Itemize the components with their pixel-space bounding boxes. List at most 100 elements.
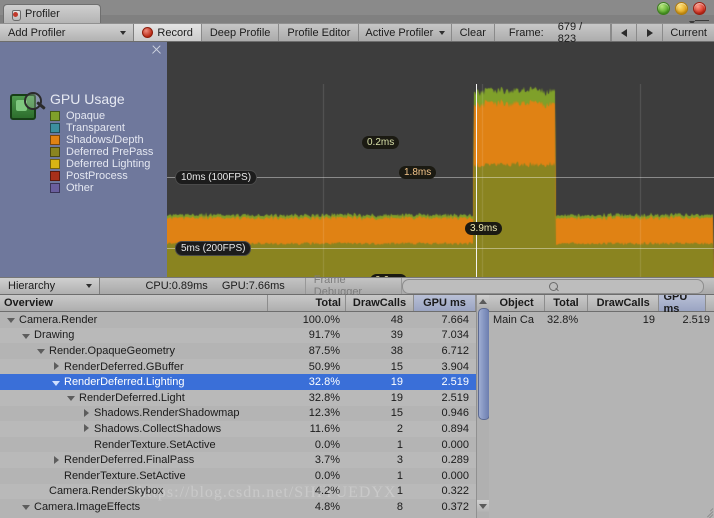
table-row[interactable]: Shadows.RenderShadowmap12.3%150.946 (0, 406, 489, 422)
row-total: 12.3% (268, 407, 346, 419)
frame-value: 679 / 823 (558, 21, 600, 45)
legend-item[interactable]: Opaque (50, 110, 153, 121)
scroll-down-button[interactable] (477, 500, 489, 512)
legend-item[interactable]: PostProcess (50, 170, 153, 181)
gpu-usage-plot[interactable]: 10ms (100FPS)5ms (200FPS)0.2ms1.8ms3.9ms… (167, 84, 714, 277)
object-total: 32.8% (547, 314, 591, 326)
row-drawcalls: 8 (346, 501, 414, 513)
column-gpu-ms[interactable]: GPU ms (414, 295, 476, 311)
frame-debugger-button[interactable]: Frame Debugger (305, 278, 402, 294)
twisty-down-icon[interactable] (51, 377, 62, 388)
object-drawcalls: 19 (591, 314, 665, 326)
row-total: 32.8% (268, 392, 346, 404)
profiler-window: Profiler Add Profiler Record Deep Profil… (0, 0, 714, 518)
row-drawcalls: 1 (346, 470, 414, 482)
row-gpu: 2.519 (414, 376, 476, 388)
twisty-right-icon[interactable] (51, 361, 62, 372)
row-drawcalls: 2 (346, 423, 414, 435)
legend-item[interactable]: Transparent (50, 122, 153, 133)
row-total: 32.8% (268, 376, 346, 388)
next-frame-button[interactable] (636, 24, 662, 41)
column-drawcalls[interactable]: DrawCalls (346, 295, 414, 311)
column-total[interactable]: Total (268, 295, 346, 311)
column-object-gpu-ms[interactable]: GPU ms (659, 295, 706, 311)
arrow-left-icon (621, 29, 627, 37)
legend-swatch (50, 159, 60, 169)
legend-swatch (50, 111, 60, 121)
gpu-usage-icon (10, 92, 48, 122)
table-row[interactable]: RenderTexture.SetActive0.0%10.000 (0, 468, 489, 484)
resize-grip[interactable] (700, 504, 713, 517)
scroll-up-button[interactable] (477, 295, 489, 307)
table-row[interactable]: RenderDeferred.GBuffer50.9%153.904 (0, 359, 489, 375)
active-profiler-label: Active Profiler (365, 27, 433, 39)
table-row[interactable]: Drawing91.7%397.034 (0, 328, 489, 344)
clear-button[interactable]: Clear (452, 24, 495, 41)
row-name: RenderDeferred.GBuffer (64, 361, 184, 373)
twisty-down-icon[interactable] (21, 330, 32, 341)
row-drawcalls: 48 (346, 314, 414, 326)
table-row[interactable]: RenderDeferred.Lighting32.8%192.519 (0, 374, 489, 390)
tab-profiler[interactable]: Profiler (3, 4, 101, 23)
record-button[interactable]: Record (134, 24, 201, 41)
prev-frame-button[interactable] (611, 24, 637, 41)
row-drawcalls: 39 (346, 329, 414, 341)
twisty-down-icon[interactable] (21, 501, 32, 512)
search-icon-handle (555, 287, 559, 291)
column-object-total[interactable]: Total (545, 295, 588, 311)
row-drawcalls: 19 (346, 392, 414, 404)
current-frame-button[interactable]: Current (662, 24, 714, 41)
row-total: 50.9% (268, 361, 346, 373)
column-overview[interactable]: Overview (0, 295, 268, 311)
tab-profiler-label: Profiler (25, 8, 60, 20)
hierarchy-rows: Camera.Render100.0%487.664Drawing91.7%39… (0, 312, 489, 515)
row-total: 3.7% (268, 454, 346, 466)
table-row[interactable]: Camera.ImageEffects4.8%80.372 (0, 499, 489, 515)
legend-label: Transparent (66, 122, 125, 134)
twisty-down-icon[interactable] (6, 314, 17, 325)
table-row[interactable]: RenderDeferred.FinalPass3.7%30.289 (0, 452, 489, 468)
table-row[interactable]: RenderDeferred.Light32.8%192.519 (0, 390, 489, 406)
twisty-placeholder (36, 486, 47, 497)
profile-editor-button[interactable]: Profile Editor (279, 24, 359, 41)
series-value-badge: 3.9ms (465, 222, 502, 235)
active-profiler-dropdown[interactable]: Active Profiler (359, 24, 451, 41)
row-name: Camera.ImageEffects (34, 501, 140, 513)
legend-item[interactable]: Deferred PrePass (50, 146, 153, 157)
table-row[interactable]: Shadows.CollectShadows11.6%20.894 (0, 421, 489, 437)
row-drawcalls: 3 (346, 454, 414, 466)
twisty-down-icon[interactable] (66, 392, 77, 403)
column-object[interactable]: Object (489, 295, 545, 311)
search-input[interactable] (402, 279, 704, 294)
deep-profile-button[interactable]: Deep Profile (202, 24, 280, 41)
hierarchy-scrollbar[interactable] (476, 295, 489, 518)
twisty-right-icon[interactable] (81, 423, 92, 434)
twisty-right-icon[interactable] (51, 455, 62, 466)
twisty-down-icon[interactable] (36, 345, 47, 356)
table-row[interactable]: Render.OpaqueGeometry87.5%386.712 (0, 343, 489, 359)
legend-label: PostProcess (66, 170, 128, 182)
caret-down-icon (479, 504, 487, 509)
row-drawcalls: 1 (346, 485, 414, 497)
legend-item[interactable]: Shadows/Depth (50, 134, 153, 145)
legend-label: Deferred Lighting (66, 158, 150, 170)
add-profiler-dropdown[interactable]: Add Profiler (0, 24, 134, 41)
row-total: 4.8% (268, 501, 346, 513)
row-total: 0.0% (268, 439, 346, 451)
row-total: 100.0% (268, 314, 346, 326)
object-table-header: Object Total DrawCalls GPU ms (489, 295, 714, 312)
table-row[interactable]: Camera.Render100.0%487.664 (0, 312, 489, 328)
frame-cursor-line[interactable] (476, 84, 477, 277)
table-row[interactable]: RenderTexture.SetActive0.0%10.000 (0, 437, 489, 453)
legend-item[interactable]: Deferred Lighting (50, 158, 153, 169)
record-label: Record (157, 27, 192, 39)
legend-item[interactable]: Other (50, 182, 153, 193)
close-icon[interactable] (150, 44, 162, 56)
twisty-right-icon[interactable] (81, 408, 92, 419)
hierarchy-view-dropdown[interactable]: Hierarchy (0, 278, 100, 294)
column-object-drawcalls[interactable]: DrawCalls (588, 295, 660, 311)
object-row[interactable]: Main Ca32.8%192.519 (489, 312, 714, 328)
scrollbar-thumb[interactable] (478, 308, 489, 420)
row-name: Shadows.CollectShadows (94, 423, 221, 435)
table-row[interactable]: Camera.RenderSkybox4.2%10.322 (0, 484, 489, 500)
